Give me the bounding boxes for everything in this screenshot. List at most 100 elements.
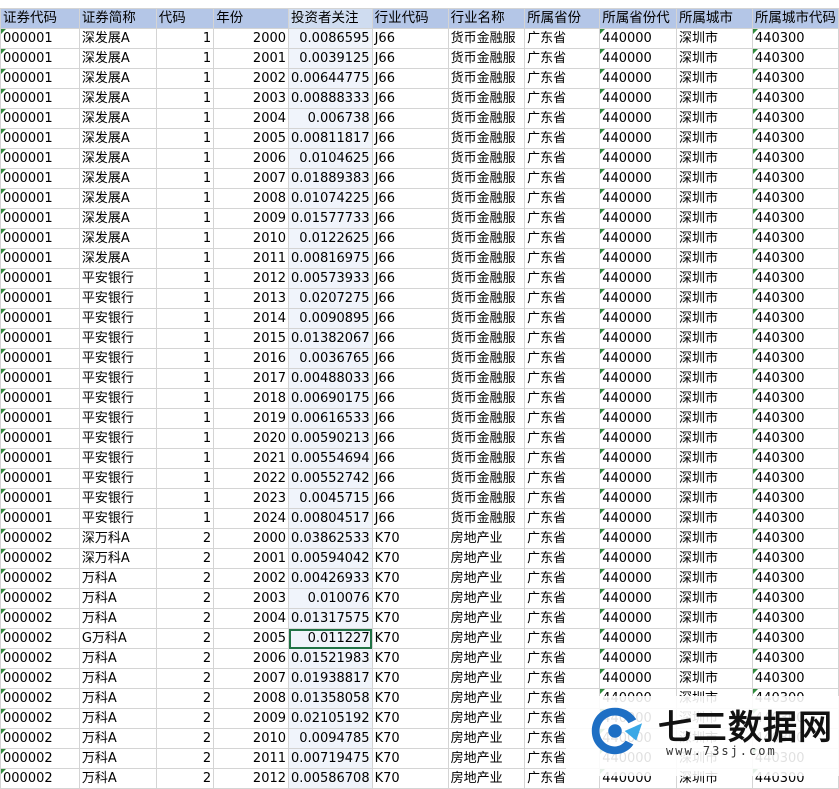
cell[interactable]: 深圳市	[675, 268, 753, 289]
cell[interactable]: 1	[155, 148, 215, 169]
cell[interactable]: 440000	[599, 268, 677, 289]
cell[interactable]: 0.00586708	[288, 768, 373, 789]
cell[interactable]: 广东省	[524, 308, 601, 329]
cell[interactable]: J66	[371, 228, 449, 249]
cell[interactable]: 货币金融服	[447, 28, 526, 49]
cell[interactable]: 1	[155, 328, 215, 349]
cell[interactable]: 深圳市	[675, 428, 753, 449]
cell[interactable]: 440000	[599, 308, 677, 329]
cell[interactable]: 货币金融服	[447, 408, 526, 429]
cell[interactable]: J66	[371, 108, 449, 129]
cell[interactable]: 广东省	[524, 468, 601, 489]
cell[interactable]: 广东省	[524, 388, 601, 409]
cell[interactable]: 深圳市	[675, 108, 753, 129]
cell[interactable]: J66	[371, 48, 449, 69]
cell[interactable]: 万科A	[78, 588, 157, 609]
cell[interactable]: 广东省	[524, 528, 601, 549]
cell[interactable]: 440000	[599, 488, 677, 509]
cell[interactable]: 2014	[213, 308, 290, 329]
cell[interactable]: 万科A	[78, 748, 157, 769]
cell[interactable]: 2003	[213, 588, 290, 609]
cell[interactable]: 000002	[0, 608, 80, 629]
cell[interactable]: 0.00594042	[288, 548, 373, 569]
cell[interactable]: 440300	[751, 128, 839, 149]
cell[interactable]: 2000	[213, 28, 290, 49]
column-header[interactable]: 行业代码	[371, 8, 449, 29]
cell[interactable]: 440300	[751, 268, 839, 289]
cell[interactable]: 深发展A	[78, 208, 157, 229]
cell[interactable]: 广东省	[524, 148, 601, 169]
cell[interactable]: 广东省	[524, 288, 601, 309]
cell[interactable]: J66	[371, 328, 449, 349]
cell[interactable]: 货币金融服	[447, 108, 526, 129]
column-header[interactable]: 所属省份	[524, 8, 601, 29]
cell[interactable]: 1	[155, 48, 215, 69]
cell[interactable]: 1	[155, 508, 215, 529]
cell[interactable]: 平安银行	[78, 328, 157, 349]
cell[interactable]: J66	[371, 88, 449, 109]
cell[interactable]: 深圳市	[675, 228, 753, 249]
cell[interactable]: 广东省	[524, 68, 601, 89]
cell[interactable]: 2012	[213, 768, 290, 789]
cell[interactable]: 1	[155, 248, 215, 269]
cell[interactable]: 440300	[751, 548, 839, 569]
cell[interactable]: K70	[371, 588, 449, 609]
cell[interactable]: 0.01358058	[288, 688, 373, 709]
cell[interactable]: 2012	[213, 268, 290, 289]
cell[interactable]: 2	[155, 628, 215, 649]
cell[interactable]: 440000	[599, 448, 677, 469]
cell[interactable]: 440000	[599, 348, 677, 369]
cell[interactable]: 2022	[213, 468, 290, 489]
cell[interactable]: 440300	[751, 348, 839, 369]
cell[interactable]: J66	[371, 208, 449, 229]
cell[interactable]: 平安银行	[78, 428, 157, 449]
cell[interactable]: 440000	[599, 108, 677, 129]
cell[interactable]: K70	[371, 728, 449, 749]
cell[interactable]: 2013	[213, 288, 290, 309]
cell[interactable]: 440300	[751, 28, 839, 49]
cell[interactable]: 440000	[599, 608, 677, 629]
cell[interactable]: 440300	[751, 408, 839, 429]
cell[interactable]: 000001	[0, 228, 80, 249]
cell[interactable]: 房地产业	[447, 548, 526, 569]
cell[interactable]: 2011	[213, 248, 290, 269]
cell[interactable]: 440300	[751, 588, 839, 609]
cell[interactable]: 万科A	[78, 648, 157, 669]
cell[interactable]: 1	[155, 428, 215, 449]
cell[interactable]: 货币金融服	[447, 128, 526, 149]
cell[interactable]: 440000	[599, 208, 677, 229]
cell[interactable]: 深圳市	[675, 608, 753, 629]
cell[interactable]: 000001	[0, 208, 80, 229]
cell[interactable]: 440300	[751, 428, 839, 449]
cell[interactable]: 深发展A	[78, 128, 157, 149]
cell[interactable]: 广东省	[524, 28, 601, 49]
cell[interactable]: 2006	[213, 148, 290, 169]
cell[interactable]: 房地产业	[447, 768, 526, 789]
cell[interactable]: 0.00590213	[288, 428, 373, 449]
cell[interactable]: 深发展A	[78, 148, 157, 169]
cell[interactable]: 万科A	[78, 668, 157, 689]
cell[interactable]: 000001	[0, 288, 80, 309]
cell[interactable]: 货币金融服	[447, 288, 526, 309]
cell[interactable]: K70	[371, 748, 449, 769]
cell[interactable]: 2	[155, 568, 215, 589]
cell[interactable]: 440000	[599, 588, 677, 609]
cell[interactable]: 000001	[0, 88, 80, 109]
cell[interactable]: 广东省	[524, 488, 601, 509]
cell[interactable]: 000002	[0, 768, 80, 789]
cell[interactable]: 房地产业	[447, 708, 526, 729]
cell[interactable]: 货币金融服	[447, 428, 526, 449]
cell[interactable]: 0.01382067	[288, 328, 373, 349]
cell[interactable]: 000001	[0, 248, 80, 269]
cell[interactable]: J66	[371, 428, 449, 449]
cell[interactable]: 2011	[213, 748, 290, 769]
cell[interactable]: 房地产业	[447, 688, 526, 709]
cell[interactable]: J66	[371, 288, 449, 309]
cell[interactable]: 440300	[751, 48, 839, 69]
cell[interactable]: 000002	[0, 708, 80, 729]
cell[interactable]: 0.00552742	[288, 468, 373, 489]
cell[interactable]: 2004	[213, 108, 290, 129]
cell[interactable]: 深圳市	[675, 328, 753, 349]
cell[interactable]: 深圳市	[675, 308, 753, 329]
cell[interactable]: 000002	[0, 668, 80, 689]
